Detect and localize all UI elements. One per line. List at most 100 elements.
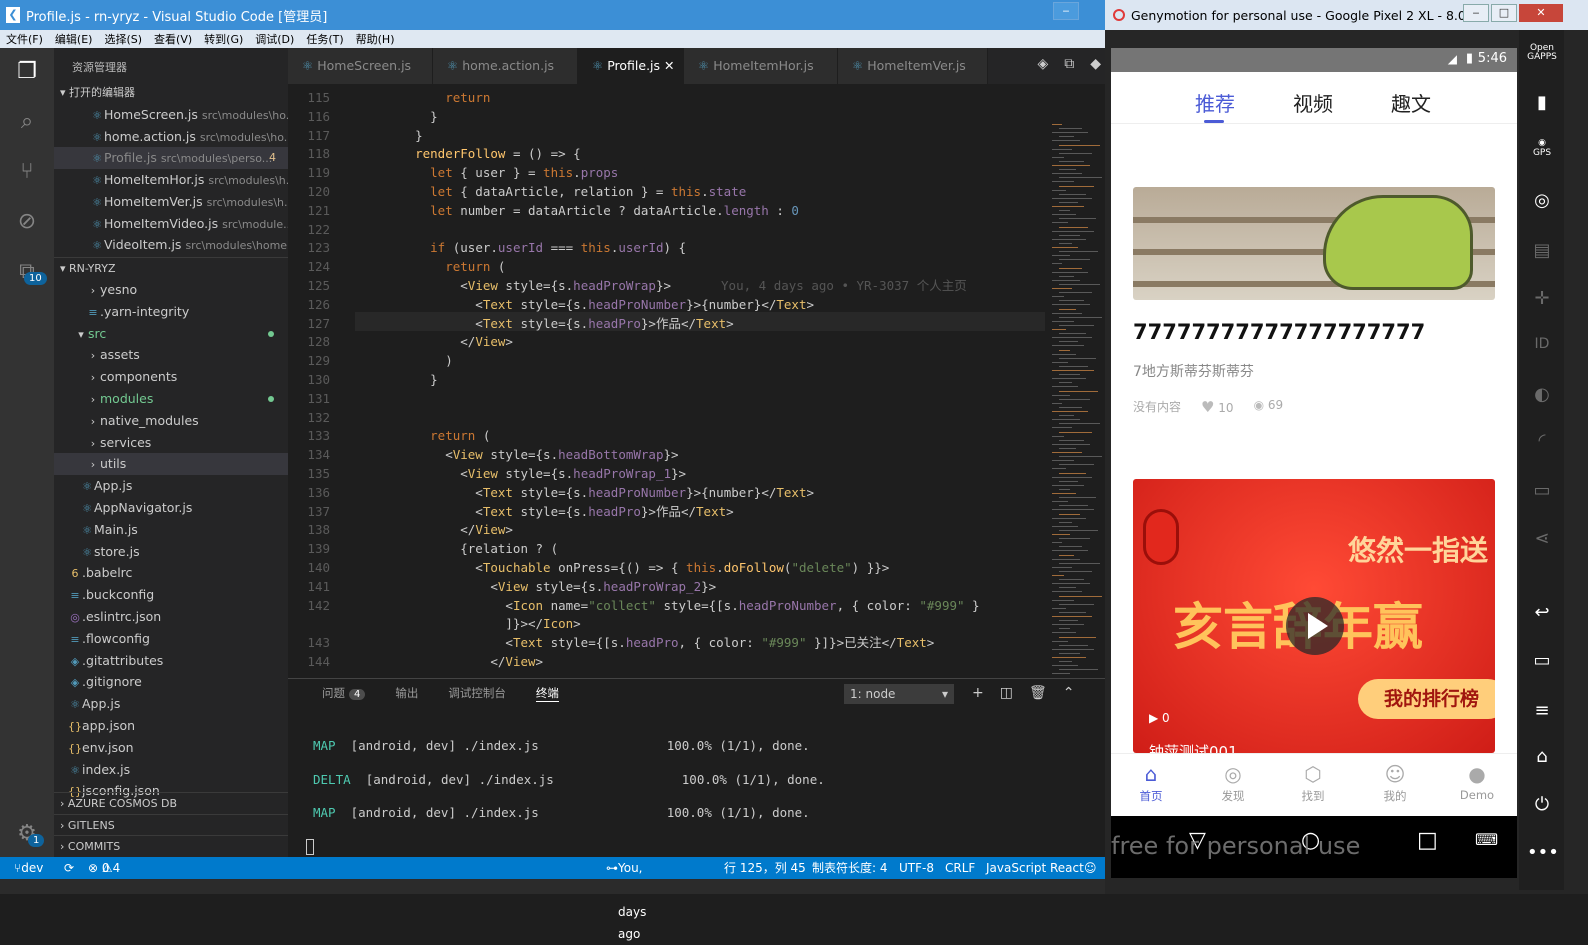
cursor-position[interactable]: 行 125，列 45: [724, 857, 806, 879]
back-icon[interactable]: ↩: [1527, 602, 1557, 623]
open-editor-item[interactable]: ⚛ HomeItemHor.js src\modules\h...: [54, 169, 288, 191]
debug-icon[interactable]: ⊘: [13, 208, 41, 236]
open-editor-item[interactable]: ⚛ Profile.js src\modules\perso... 4: [54, 147, 288, 170]
tab-debug-console[interactable]: 调试控制台: [448, 685, 506, 702]
open-editor-item[interactable]: ⚛ VideoItem.js src\modules\home...: [54, 234, 288, 256]
tree-item[interactable]: ▾ src: [54, 323, 288, 345]
clapper-icon[interactable]: ▤: [1527, 240, 1557, 261]
close-button[interactable]: ✕: [1519, 4, 1563, 22]
nav-home[interactable]: ⌂ 首页: [1121, 762, 1181, 804]
home-icon[interactable]: ⌂: [1527, 746, 1557, 767]
tree-item[interactable]: › utils: [54, 453, 288, 476]
files-icon[interactable]: ❐: [13, 58, 41, 86]
tab-size[interactable]: 制表符长度: 4: [812, 857, 888, 879]
nav-demo[interactable]: ● Demo: [1447, 762, 1507, 802]
tree-item[interactable]: ◈ .gitattributes: [54, 650, 288, 672]
line-ending[interactable]: CRLF: [945, 857, 975, 879]
minimap[interactable]: [1048, 120, 1103, 714]
menu-edit[interactable]: 编辑(E): [49, 30, 99, 48]
tab-problems[interactable]: 问题 4: [322, 685, 366, 702]
tree-item[interactable]: › services: [54, 432, 288, 454]
tree-item[interactable]: ⚛ store.js: [54, 541, 288, 563]
git-diff-icon[interactable]: ◆: [1090, 56, 1101, 72]
id-icon[interactable]: ID: [1527, 336, 1557, 352]
tab-homeitemver[interactable]: ⚛ HomeItemVer.js: [838, 48, 988, 84]
tree-item[interactable]: ≡ .buckconfig: [54, 584, 288, 606]
battery-icon[interactable]: ▮: [1527, 92, 1557, 113]
language-mode[interactable]: JavaScript React: [986, 857, 1084, 879]
article-cover-image[interactable]: [1133, 187, 1495, 300]
tab-homeitemhor[interactable]: ⚛ HomeItemHor.js: [684, 48, 838, 84]
gps-icon[interactable]: ◉ GPS: [1527, 138, 1557, 158]
power-icon[interactable]: ⏻: [1527, 794, 1557, 815]
nav-find[interactable]: ⬡ 找到: [1283, 762, 1343, 804]
article-title[interactable]: 77777777777777777777: [1133, 320, 1425, 344]
open-editor-item[interactable]: ⚛ home.action.js src\modules\ho...: [54, 126, 288, 148]
likes[interactable]: ♥ 10: [1201, 398, 1234, 416]
tree-item[interactable]: ⚛ Main.js: [54, 519, 288, 541]
project-header[interactable]: ▾ RN-YRYZ: [54, 257, 288, 279]
smiley-icon[interactable]: ☺: [1084, 857, 1097, 879]
recent-apps-icon[interactable]: ▭: [1527, 650, 1557, 671]
maximize-button[interactable]: □: [1491, 4, 1517, 22]
tree-item[interactable]: {}app.json: [54, 715, 288, 737]
tab-output[interactable]: 输出: [395, 685, 418, 702]
keyboard-icon[interactable]: ⌨: [1475, 830, 1498, 849]
sync-icon[interactable]: ⟳: [64, 857, 74, 879]
tab-profile[interactable]: ⚛ Profile.js ✕: [578, 48, 684, 84]
tree-item[interactable]: {}env.json: [54, 737, 288, 759]
open-editor-item[interactable]: ⚛ HomeScreen.js src\modules\ho...: [54, 104, 288, 126]
collapsed-section[interactable]: › AZURE COSMOS DB: [54, 792, 288, 814]
tree-item[interactable]: › yesno: [54, 279, 288, 301]
tree-item[interactable]: ⚛ App.js: [54, 475, 288, 497]
tab-fun-article[interactable]: 趣文: [1391, 88, 1431, 117]
blame-status[interactable]: ⊶ You, 4 days ago: [606, 857, 646, 941]
disk-icon[interactable]: ◐: [1527, 384, 1557, 405]
collapsed-section[interactable]: › COMMITS: [54, 835, 288, 857]
open-editor-item[interactable]: ⚛ HomeItemVer.js src\modules\h...: [54, 191, 288, 213]
tree-item[interactable]: 6 .babelrc: [54, 562, 288, 584]
source-control-icon[interactable]: ⑂: [13, 158, 41, 186]
tree-item[interactable]: › components: [54, 366, 288, 388]
encoding[interactable]: UTF-8: [899, 857, 934, 879]
open-editor-item[interactable]: ⚛ HomeItemVideo.js src\module...: [54, 213, 288, 235]
tree-item[interactable]: › assets: [54, 344, 288, 366]
search-icon[interactable]: ⌕: [13, 108, 41, 136]
add-icon[interactable]: +: [972, 685, 984, 701]
git-compare-icon[interactable]: ◈: [1037, 56, 1048, 72]
tree-item[interactable]: ◈ .gitignore: [54, 671, 288, 693]
minimize-button[interactable]: ‒: [1053, 2, 1079, 20]
video-cover-image[interactable]: 悠然一指送 亥言辞年赢 我的排行榜 ▶ 0 钟萍测试001: [1133, 479, 1495, 753]
tab-recommend[interactable]: 推荐: [1195, 88, 1235, 117]
tree-item[interactable]: › modules: [54, 388, 288, 410]
tree-item[interactable]: ≡ .flowconfig: [54, 628, 288, 650]
tree-item[interactable]: ⚛ AppNavigator.js: [54, 497, 288, 519]
code-view[interactable]: 115 return 116 } 117 } 118 renderFollow = (…: [288, 84, 1107, 714]
nav-discover[interactable]: ◎ 发现: [1203, 762, 1263, 804]
terminal-select[interactable]: 1: node ▾: [844, 684, 954, 704]
chevron-up-icon[interactable]: ⌃: [1063, 685, 1075, 701]
tree-item[interactable]: ≡ .yarn-integrity: [54, 301, 288, 323]
nav-mine[interactable]: ☺ 我的: [1365, 762, 1425, 804]
play-icon[interactable]: [1286, 597, 1344, 655]
more-icon[interactable]: •••: [1527, 842, 1559, 863]
menu-help[interactable]: 帮助(H): [350, 30, 401, 48]
rss-icon[interactable]: ◜: [1527, 430, 1557, 451]
open-editors-header[interactable]: ▾ 打开的编辑器: [54, 82, 288, 104]
tab-homescreen[interactable]: ⚛ HomeScreen.js: [288, 48, 433, 84]
menu-selection[interactable]: 选择(S): [98, 30, 148, 48]
tab-terminal[interactable]: 终端: [535, 685, 559, 702]
sms-icon[interactable]: ▭: [1527, 480, 1557, 501]
tree-item[interactable]: ⚛ App.js: [54, 693, 288, 715]
close-icon[interactable]: ✕: [664, 58, 674, 73]
tree-item[interactable]: › native_modules: [54, 410, 288, 432]
open-gapps-icon[interactable]: Open GAPPS: [1527, 44, 1557, 62]
tree-item[interactable]: ⚛ index.js: [54, 759, 288, 781]
camera-icon[interactable]: ◎: [1527, 190, 1557, 211]
collapsed-section[interactable]: › GITLENS: [54, 813, 288, 836]
split-icon[interactable]: ◫: [1000, 685, 1013, 701]
menu-tasks[interactable]: 任务(T): [300, 30, 349, 48]
tab-home-action[interactable]: ⚛ home.action.js: [433, 48, 578, 84]
dpad-icon[interactable]: ✛: [1527, 288, 1557, 309]
minimize-button[interactable]: ‒: [1463, 4, 1489, 22]
